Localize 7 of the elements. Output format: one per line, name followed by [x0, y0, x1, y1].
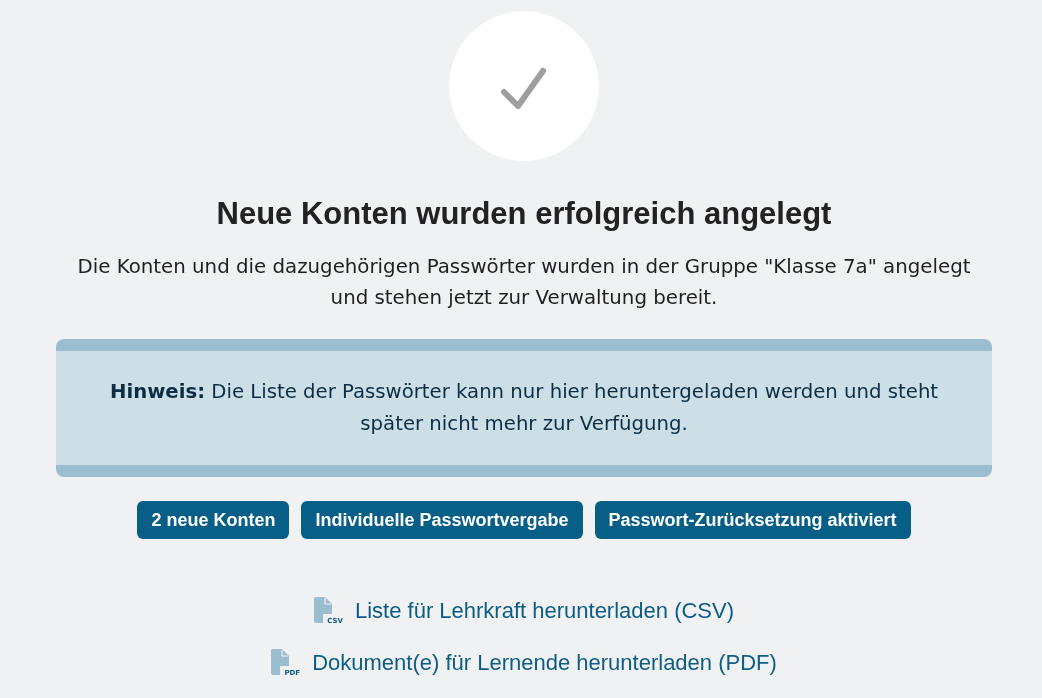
- status-tag: Individuelle Passwortvergabe: [301, 501, 583, 539]
- status-tag: Passwort-Zurücksetzung aktiviert: [594, 501, 911, 539]
- notice-text: Hinweis: Die Liste der Passwörter kann nur hier heruntergeladen werden und steht später nicht mehr zur Verfügung.: [108, 379, 940, 437]
- status-tag: 2 neue Konten: [137, 501, 290, 539]
- description-text: Die Konten und die dazugehörigen Passwörter wurden in der Gruppe "Klasse 7a" angelegt und stehen jetzt zur Verwaltung bereit.: [76, 254, 972, 311]
- checkmark-icon: [449, 11, 599, 161]
- page-title: Neue Konten wurden erfolgreich angelegt: [215, 196, 833, 232]
